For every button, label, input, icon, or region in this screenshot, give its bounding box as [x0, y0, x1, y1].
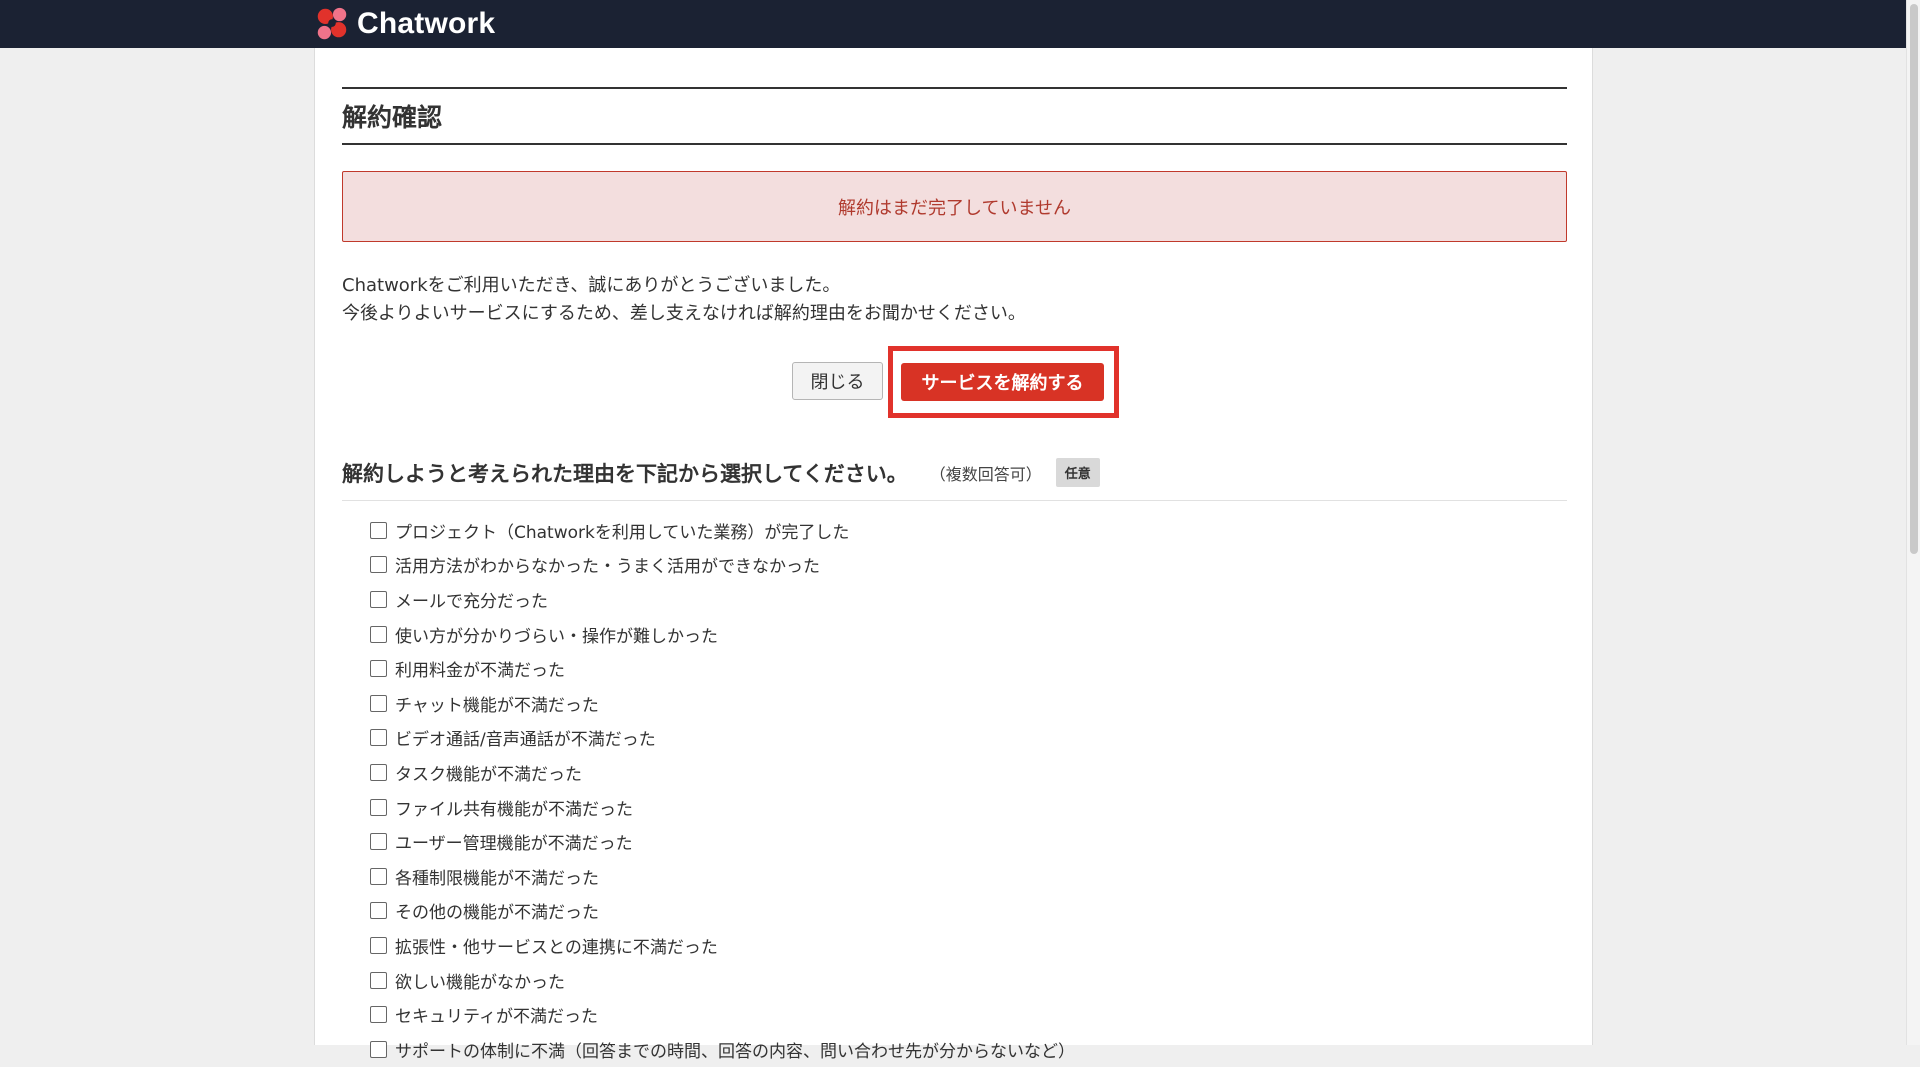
- reason-checkbox[interactable]: [370, 971, 387, 989]
- scrollbar-thumb[interactable]: [1910, 4, 1918, 554]
- vertical-scrollbar[interactable]: [1906, 0, 1920, 1045]
- description: Chatworkをご利用いただき、誠にありがとうございました。 今後よりよいサー…: [342, 272, 1567, 328]
- reason-list: プロジェクト（Chatworkを利用していた業務）が完了した 活用方法がわからな…: [370, 513, 1567, 1067]
- reason-checkbox[interactable]: [370, 729, 387, 747]
- reason-label[interactable]: 欲しい機能がなかった: [395, 968, 565, 993]
- main-panel: 解約確認 解約はまだ完了していません Chatworkをご利用いただき、誠にあり…: [314, 48, 1593, 1062]
- reason-label[interactable]: タスク機能が不満だった: [395, 760, 582, 785]
- survey-header: 解約しようと考えられた理由を下記から選択してください。 （複数回答可） 任意: [342, 453, 1567, 501]
- reason-checkbox[interactable]: [370, 798, 387, 816]
- reason-label[interactable]: メールで充分だった: [395, 587, 548, 612]
- reason-item[interactable]: チャット機能が不満だった: [370, 686, 1567, 721]
- page-title-bar: 解約確認: [342, 87, 1567, 145]
- reason-label[interactable]: 拡張性・他サービスとの連携に不満だった: [395, 933, 718, 958]
- reason-label[interactable]: セキュリティが不満だった: [395, 1002, 598, 1027]
- reason-checkbox[interactable]: [370, 1006, 387, 1024]
- reason-item[interactable]: 欲しい機能がなかった: [370, 963, 1567, 998]
- reason-label[interactable]: 各種制限機能が不満だった: [395, 864, 599, 889]
- page-title: 解約確認: [342, 103, 443, 132]
- alert-text: 解約はまだ完了していません: [838, 197, 1071, 219]
- reason-label[interactable]: 利用料金が不満だった: [395, 656, 565, 681]
- chatwork-logo[interactable]: Chatwork: [313, 3, 495, 45]
- status-alert: 解約はまだ完了していません: [342, 171, 1567, 242]
- reason-label[interactable]: プロジェクト（Chatworkを利用していた業務）が完了した: [395, 518, 849, 543]
- close-button[interactable]: 閉じる: [792, 362, 883, 400]
- reason-label[interactable]: その他の機能が不満だった: [395, 898, 599, 923]
- optional-badge: 任意: [1055, 458, 1100, 487]
- reason-item[interactable]: メールで充分だった: [370, 582, 1567, 617]
- reason-checkbox[interactable]: [370, 763, 387, 781]
- reason-item[interactable]: サポートの体制に不満（回答までの時間、回答の内容、問い合わせ先が分からないなど）: [370, 1032, 1567, 1067]
- reason-checkbox[interactable]: [370, 556, 387, 574]
- content-area: 解約確認 解約はまだ完了していません Chatworkをご利用いただき、誠にあり…: [342, 87, 1567, 1067]
- reason-label[interactable]: チャット機能が不満だった: [395, 691, 599, 716]
- reason-label[interactable]: ビデオ通話/音声通話が不満だった: [395, 725, 656, 750]
- reason-item[interactable]: 拡張性・他サービスとの連携に不満だった: [370, 928, 1567, 963]
- reason-item[interactable]: ユーザー管理機能が不満だった: [370, 824, 1567, 859]
- reason-checkbox[interactable]: [370, 867, 387, 885]
- reason-label[interactable]: 活用方法がわからなかった・うまく活用ができなかった: [395, 552, 820, 577]
- action-buttons: 閉じる サービスを解約する: [342, 346, 1567, 418]
- chatwork-logo-icon: [317, 7, 347, 40]
- reason-checkbox[interactable]: [370, 590, 387, 608]
- reason-checkbox[interactable]: [370, 936, 387, 954]
- reason-item[interactable]: 活用方法がわからなかった・うまく活用ができなかった: [370, 548, 1567, 583]
- reason-item[interactable]: ビデオ通話/音声通話が不満だった: [370, 721, 1567, 756]
- survey-note: （複数回答可）: [929, 464, 1042, 484]
- reason-label[interactable]: 使い方が分かりづらい・操作が難しかった: [395, 622, 718, 647]
- top-navigation-bar: Chatwork: [0, 0, 1906, 48]
- cancel-service-button[interactable]: サービスを解約する: [901, 363, 1104, 401]
- reason-item[interactable]: その他の機能が不満だった: [370, 894, 1567, 929]
- reason-label[interactable]: ユーザー管理機能が不満だった: [395, 829, 633, 854]
- reason-checkbox[interactable]: [370, 1040, 387, 1058]
- reason-item[interactable]: ファイル共有機能が不満だった: [370, 790, 1567, 825]
- reason-checkbox[interactable]: [370, 902, 387, 920]
- reason-item[interactable]: 利用料金が不満だった: [370, 651, 1567, 686]
- reason-label[interactable]: サポートの体制に不満（回答までの時間、回答の内容、問い合わせ先が分からないなど）: [395, 1037, 1075, 1062]
- reason-checkbox[interactable]: [370, 521, 387, 539]
- reason-checkbox[interactable]: [370, 833, 387, 851]
- reason-item[interactable]: セキュリティが不満だった: [370, 997, 1567, 1032]
- logo-text: Chatwork: [357, 7, 496, 40]
- reason-item[interactable]: 使い方が分かりづらい・操作が難しかった: [370, 617, 1567, 652]
- reason-item[interactable]: プロジェクト（Chatworkを利用していた業務）が完了した: [370, 513, 1567, 548]
- description-line-2: 今後よりよいサービスにするため、差し支えなければ解約理由をお聞かせください。: [342, 303, 1026, 324]
- description-line-1: Chatworkをご利用いただき、誠にありがとうございました。: [342, 275, 841, 296]
- reason-item[interactable]: タスク機能が不満だった: [370, 755, 1567, 790]
- reason-checkbox[interactable]: [370, 660, 387, 678]
- reason-item[interactable]: 各種制限機能が不満だった: [370, 859, 1567, 894]
- reason-checkbox[interactable]: [370, 694, 387, 712]
- reason-label[interactable]: ファイル共有機能が不満だった: [395, 795, 633, 820]
- survey-title: 解約しようと考えられた理由を下記から選択してください。: [342, 461, 908, 486]
- reason-checkbox[interactable]: [370, 625, 387, 643]
